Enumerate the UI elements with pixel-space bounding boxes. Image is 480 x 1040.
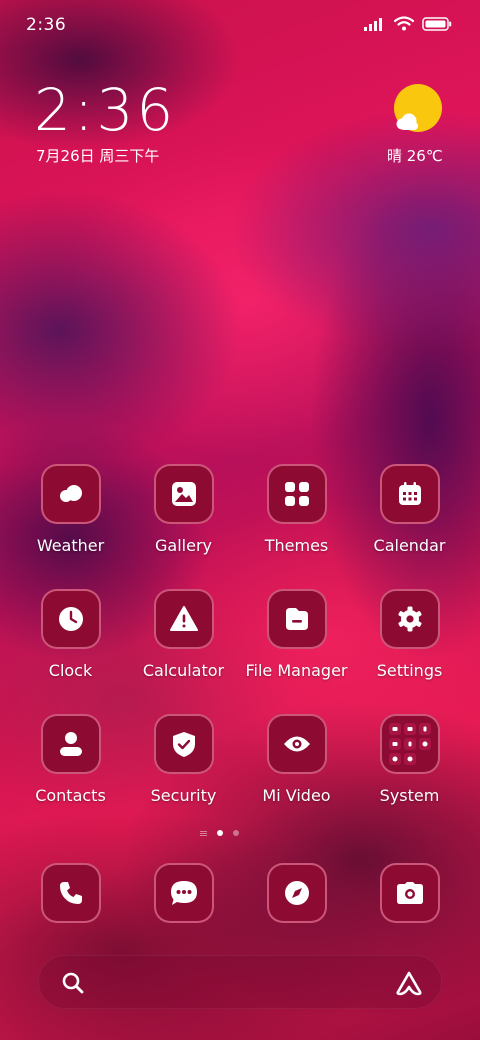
message-icon	[153, 863, 214, 923]
gear-icon	[379, 589, 440, 649]
dock-browser[interactable]	[240, 863, 353, 923]
weather-text[interactable]: 晴 26℃	[387, 145, 443, 166]
app-themes[interactable]: Themes	[240, 464, 353, 589]
app-contacts[interactable]: Contacts	[14, 714, 127, 839]
app-security[interactable]: Security	[127, 714, 240, 839]
app-label: Clock	[48, 661, 93, 680]
app-label: File Manager	[245, 661, 348, 680]
app-mi-video[interactable]: Mi Video	[240, 714, 353, 839]
cloud-icon	[40, 464, 101, 524]
phone-icon	[40, 863, 101, 923]
dock-messages[interactable]	[127, 863, 240, 923]
page-dot	[233, 830, 239, 836]
grid-icon	[266, 464, 327, 524]
app-label: Settings	[376, 661, 443, 680]
app-clock[interactable]: Clock	[14, 589, 127, 714]
app-label: Gallery	[155, 536, 212, 555]
battery-icon	[422, 16, 452, 31]
app-label: Contacts	[35, 786, 106, 805]
app-weather[interactable]: Weather	[14, 464, 127, 589]
camera-icon	[379, 863, 440, 923]
warning-icon	[153, 589, 214, 649]
clock-widget-time[interactable]: 2:36	[34, 78, 176, 142]
wifi-icon	[394, 16, 414, 31]
dock-phone[interactable]	[14, 863, 127, 923]
assistant-icon[interactable]	[395, 970, 423, 996]
image-icon	[153, 464, 214, 524]
shield-icon	[153, 714, 214, 774]
clock-widget-date[interactable]: 7月26日 周三下午	[36, 145, 159, 166]
sunny-cloud-icon[interactable]	[392, 84, 444, 136]
app-label: Security	[150, 786, 217, 805]
compass-icon	[266, 863, 327, 923]
signal-icon	[364, 17, 382, 31]
status-time: 2:36	[26, 15, 67, 35]
folder-icon	[266, 589, 327, 649]
list-indicator-icon	[200, 830, 207, 836]
app-calendar[interactable]: Calendar	[353, 464, 466, 589]
app-label: System	[379, 786, 440, 805]
page-indicator[interactable]	[200, 830, 239, 836]
app-label: Calculator	[142, 661, 225, 680]
calendar-icon	[379, 464, 440, 524]
app-label: Calendar	[373, 536, 446, 555]
app-gallery[interactable]: Gallery	[127, 464, 240, 589]
app-label: Themes	[264, 536, 329, 555]
dock	[14, 863, 466, 923]
app-label: Mi Video	[262, 786, 331, 805]
status-icons	[364, 16, 452, 31]
dock-camera[interactable]	[353, 863, 466, 923]
search-icon[interactable]	[61, 971, 85, 995]
eye-icon	[266, 714, 327, 774]
status-bar: 2:36	[0, 0, 480, 50]
app-system-folder[interactable]: System	[353, 714, 466, 839]
search-bar[interactable]	[38, 955, 442, 1009]
folder-grid-icon	[379, 714, 440, 774]
page-dot-active	[217, 830, 223, 836]
app-grid: Weather Gallery Themes Calendar Clock Ca…	[14, 464, 466, 839]
app-settings[interactable]: Settings	[353, 589, 466, 714]
person-icon	[40, 714, 101, 774]
app-label: Weather	[36, 536, 105, 555]
app-calculator[interactable]: Calculator	[127, 589, 240, 714]
clock-icon	[40, 589, 101, 649]
app-file-manager[interactable]: File Manager	[240, 589, 353, 714]
